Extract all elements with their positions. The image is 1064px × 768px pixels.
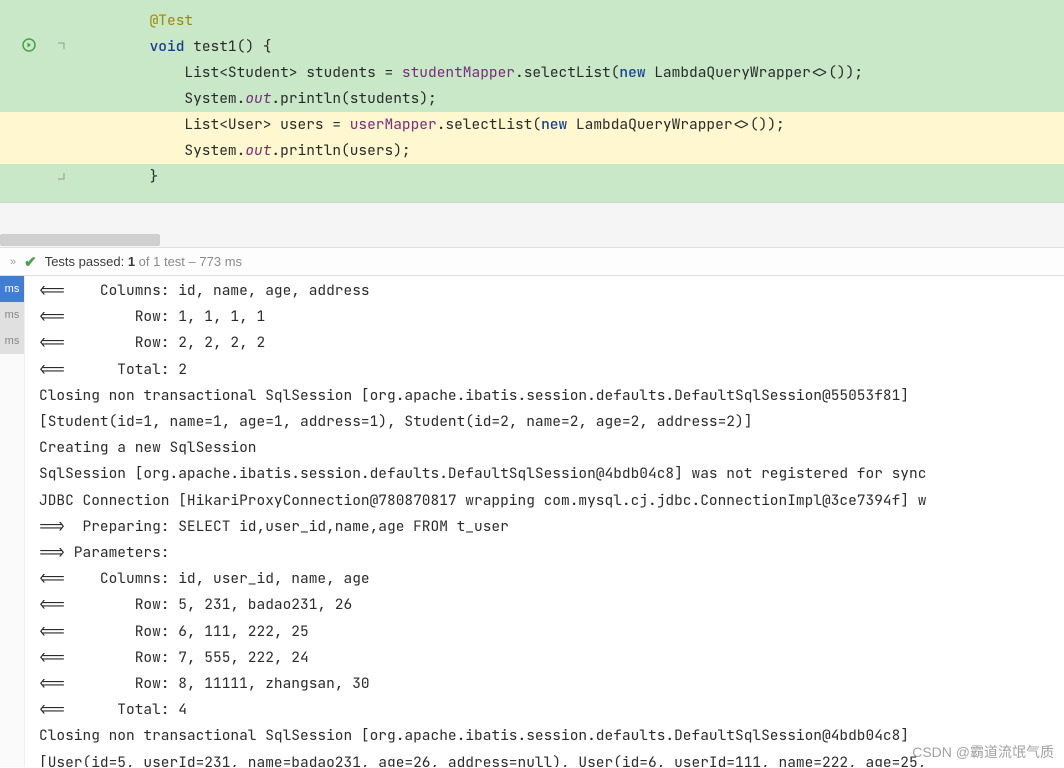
annotation: @Test: [150, 11, 194, 30]
ms-badge[interactable]: ms: [0, 328, 24, 354]
console-line: <== Row: 5, 231, badao231, 26: [39, 592, 1050, 618]
console-line: <== Total: 2: [39, 357, 1050, 383]
horizontal-scrollbar[interactable]: [0, 233, 1064, 247]
console-line: JDBC Connection [HikariProxyConnection@7…: [39, 488, 1050, 514]
test-status-text: Tests passed: 1 of 1 test – 773 ms: [45, 254, 242, 269]
console-pane: ms ms ms <== Columns: id, name, age, add…: [0, 276, 1064, 767]
code-line-highlight[interactable]: List<User> users = userMapper.selectList…: [0, 112, 1064, 138]
editor-gutter: [0, 0, 80, 202]
scrollbar-thumb[interactable]: [0, 234, 160, 246]
run-test-icon[interactable]: [22, 38, 36, 57]
console-line: SqlSession [org.apache.ibatis.session.de…: [39, 461, 1050, 487]
ms-badge[interactable]: ms: [0, 276, 24, 302]
code-line[interactable]: void test1() {: [80, 34, 1064, 60]
fold-icon[interactable]: [56, 39, 66, 55]
editor-scrollbar-area: [0, 202, 1064, 247]
console-line: <== Columns: id, user_id, name, age: [39, 566, 1050, 592]
watermark: CSDN @霸道流氓气质: [912, 742, 1054, 762]
code-editor[interactable]: @Test void test1() { List<Student> stude…: [0, 0, 1064, 202]
console-line: Closing non transactional SqlSession [or…: [39, 383, 1050, 409]
code-line[interactable]: @Test: [80, 8, 1064, 34]
console-line: ==> Parameters:: [39, 540, 1050, 566]
console-line: [User(id=5, userId=231, name=badao231, a…: [39, 750, 1050, 767]
console-gutter: ms ms ms: [0, 276, 25, 767]
chevron-right-icon[interactable]: »: [10, 256, 16, 268]
test-status-bar: » ✔ Tests passed: 1 of 1 test – 773 ms: [0, 247, 1064, 276]
console-line: <== Row: 6, 111, 222, 25: [39, 619, 1050, 645]
code-line[interactable]: System.out.println(students);: [80, 86, 1064, 112]
console-line: <== Row: 7, 555, 222, 24: [39, 645, 1050, 671]
code-line-highlight[interactable]: System.out.println(users);: [0, 138, 1064, 164]
console-output[interactable]: <== Columns: id, name, age, address<== R…: [25, 276, 1064, 767]
ms-badge[interactable]: ms: [0, 302, 24, 328]
console-line: <== Columns: id, name, age, address: [39, 278, 1050, 304]
console-line: <== Total: 4: [39, 697, 1050, 723]
console-line: [Student(id=1, name=1, age=1, address=1)…: [39, 409, 1050, 435]
console-line: Closing non transactional SqlSession [or…: [39, 723, 1050, 749]
fold-end-icon[interactable]: [56, 169, 66, 185]
code-line[interactable]: List<Student> students = studentMapper.s…: [80, 60, 1064, 86]
code-area[interactable]: @Test void test1() { List<Student> stude…: [80, 0, 1064, 202]
console-line: <== Row: 1, 1, 1, 1: [39, 304, 1050, 330]
console-line: <== Row: 2, 2, 2, 2: [39, 330, 1050, 356]
console-line: Creating a new SqlSession: [39, 435, 1050, 461]
console-line: ==> Preparing: SELECT id,user_id,name,ag…: [39, 514, 1050, 540]
check-icon: ✔: [24, 253, 37, 271]
console-line: <== Row: 8, 11111, zhangsan, 30: [39, 671, 1050, 697]
code-line[interactable]: }: [80, 164, 1064, 190]
